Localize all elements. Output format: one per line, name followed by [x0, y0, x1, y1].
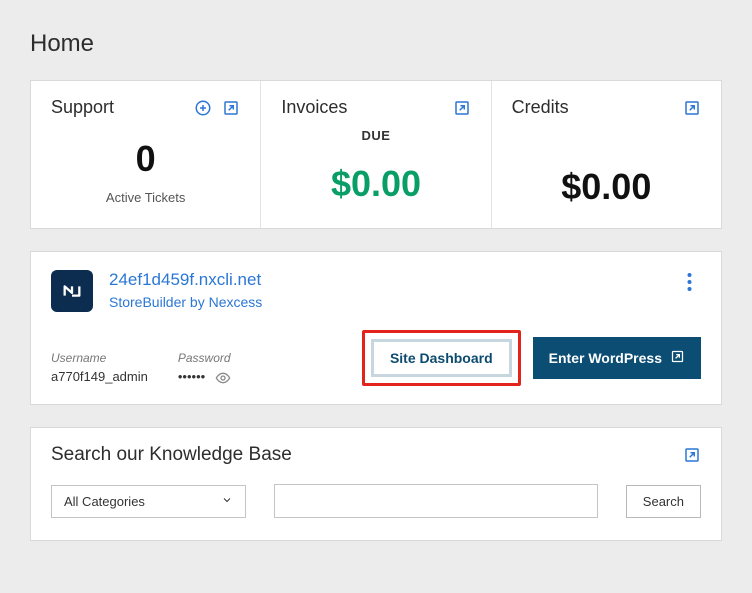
support-foot: Active Tickets — [51, 190, 240, 205]
enter-wordpress-button[interactable]: Enter WordPress — [533, 337, 701, 379]
kb-search-input[interactable] — [274, 484, 598, 518]
password-block: Password •••••• — [178, 351, 231, 386]
support-stat: Support 0 Active Tickets — [31, 81, 260, 228]
password-label: Password — [178, 351, 231, 365]
invoices-stat: Invoices DUE $0.00 — [260, 81, 490, 228]
highlight-box: Site Dashboard — [362, 330, 521, 386]
password-value: •••••• — [178, 369, 205, 384]
external-link-icon — [670, 349, 685, 367]
reveal-password-icon[interactable] — [215, 370, 231, 386]
invoices-sub: DUE — [281, 128, 470, 143]
kb-category-select[interactable]: All Categories — [51, 485, 246, 518]
more-menu-icon[interactable] — [677, 270, 701, 294]
site-card: 24ef1d459f.nxcli.net StoreBuilder by Nex… — [30, 251, 722, 405]
username-label: Username — [51, 351, 148, 365]
page-title: Home — [30, 30, 722, 58]
site-url[interactable]: 24ef1d459f.nxcli.net — [109, 270, 661, 290]
site-dashboard-button[interactable]: Site Dashboard — [371, 339, 512, 377]
invoices-title: Invoices — [281, 97, 347, 118]
external-link-icon[interactable] — [683, 446, 701, 464]
support-title: Support — [51, 97, 114, 118]
site-logo — [51, 270, 93, 312]
kb-search-button[interactable]: Search — [626, 485, 701, 518]
credits-value: $0.00 — [512, 166, 701, 208]
kb-category-value: All Categories — [64, 494, 145, 509]
kb-title: Search our Knowledge Base — [51, 444, 292, 466]
username-block: Username a770f149_admin — [51, 351, 148, 386]
site-plan: StoreBuilder by Nexcess — [109, 294, 661, 310]
username-value: a770f149_admin — [51, 369, 148, 384]
chevron-down-icon — [221, 494, 233, 509]
external-link-icon[interactable] — [453, 99, 471, 117]
enter-wordpress-label: Enter WordPress — [549, 350, 662, 366]
external-link-icon[interactable] — [683, 99, 701, 117]
support-value: 0 — [51, 138, 240, 180]
external-link-icon[interactable] — [222, 99, 240, 117]
stats-card: Support 0 Active Tickets Invoices DUE $0… — [30, 80, 722, 229]
kb-card: Search our Knowledge Base All Categories… — [30, 427, 722, 541]
credits-title: Credits — [512, 97, 569, 118]
invoices-value: $0.00 — [281, 163, 470, 205]
add-support-icon[interactable] — [194, 99, 212, 117]
credits-stat: Credits $0.00 — [491, 81, 721, 228]
